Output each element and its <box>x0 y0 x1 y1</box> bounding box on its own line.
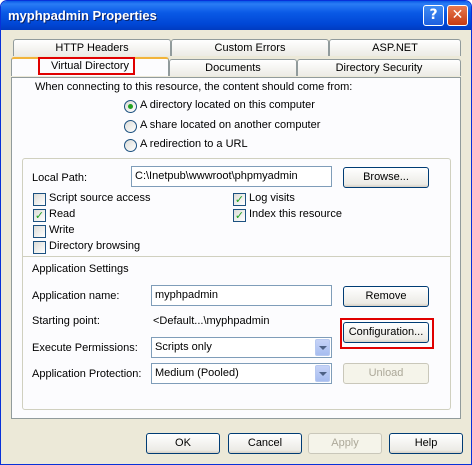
local-path-input[interactable]: C:\Inetpub\wwwroot\phpmyadmin <box>131 166 332 187</box>
write-label: Write <box>49 224 75 236</box>
radio-local-directory[interactable] <box>124 100 137 113</box>
ok-button[interactable]: OK <box>146 433 220 454</box>
radio-redirection-label: A redirection to a URL <box>140 138 248 150</box>
read-checkbox[interactable]: ✓ <box>33 209 46 222</box>
app-name-input[interactable]: myphpadmin <box>151 285 332 306</box>
tab-http-headers[interactable]: HTTP Headers <box>13 39 171 56</box>
tab-aspnet[interactable]: ASP.NET <box>329 39 461 56</box>
tab-directory-security[interactable]: Directory Security <box>297 59 461 76</box>
tab-documents[interactable]: Documents <box>169 59 297 76</box>
script-source-access-checkbox[interactable] <box>33 193 46 206</box>
directory-browsing-checkbox[interactable] <box>33 241 46 254</box>
index-resource-checkbox[interactable]: ✓ <box>233 209 246 222</box>
log-visits-checkbox[interactable]: ✓ <box>233 193 246 206</box>
title-bar[interactable]: myphpadmin Properties ? ✕ <box>1 1 471 30</box>
log-visits-label: Log visits <box>249 192 295 204</box>
app-protection-label: Application Protection: <box>32 368 142 380</box>
cancel-button[interactable]: Cancel <box>228 433 302 454</box>
configuration-button[interactable]: Configuration... <box>343 322 429 343</box>
close-button[interactable]: ✕ <box>447 5 468 26</box>
help-title-button[interactable]: ? <box>423 5 444 26</box>
starting-point-label: Starting point: <box>32 315 100 327</box>
script-source-access-label: Script source access <box>49 192 151 204</box>
properties-dialog: myphpadmin Properties ? ✕ HTTP Headers C… <box>0 0 472 465</box>
app-protection-select[interactable]: Medium (Pooled) <box>151 363 332 384</box>
execute-permissions-label: Execute Permissions: <box>32 342 138 354</box>
radio-local-directory-label: A directory located on this computer <box>140 99 315 111</box>
radio-redirection[interactable] <box>124 139 137 152</box>
help-button[interactable]: Help <box>389 433 463 454</box>
chevron-down-icon[interactable] <box>315 365 330 382</box>
remove-button[interactable]: Remove <box>343 286 429 307</box>
execute-permissions-value: Scripts only <box>155 341 212 353</box>
local-path-label: Local Path: <box>32 172 88 184</box>
app-settings-heading: Application Settings <box>32 263 129 275</box>
app-settings-divider <box>23 256 450 257</box>
write-checkbox[interactable] <box>33 225 46 238</box>
directory-browsing-label: Directory browsing <box>49 240 141 252</box>
window-title: myphpadmin Properties <box>8 8 157 23</box>
browse-button[interactable]: Browse... <box>343 167 429 188</box>
unload-button[interactable]: Unload <box>343 363 429 384</box>
index-resource-label: Index this resource <box>249 208 342 220</box>
tab-panel: When connecting to this resource, the co… <box>11 77 461 419</box>
read-label: Read <box>49 208 76 220</box>
tab-virtual-directory[interactable]: Virtual Directory <box>11 57 169 76</box>
execute-permissions-select[interactable]: Scripts only <box>151 337 332 358</box>
app-name-label: Application name: <box>32 290 120 302</box>
apply-button[interactable]: Apply <box>308 433 382 454</box>
radio-share-label: A share located on another computer <box>140 119 321 131</box>
starting-point-value: <Default...\myphpadmin <box>153 315 270 327</box>
app-protection-value: Medium (Pooled) <box>155 367 239 379</box>
chevron-down-icon[interactable] <box>315 339 330 356</box>
radio-share[interactable] <box>124 120 137 133</box>
tab-custom-errors[interactable]: Custom Errors <box>171 39 329 56</box>
content-source-prompt: When connecting to this resource, the co… <box>35 81 353 93</box>
